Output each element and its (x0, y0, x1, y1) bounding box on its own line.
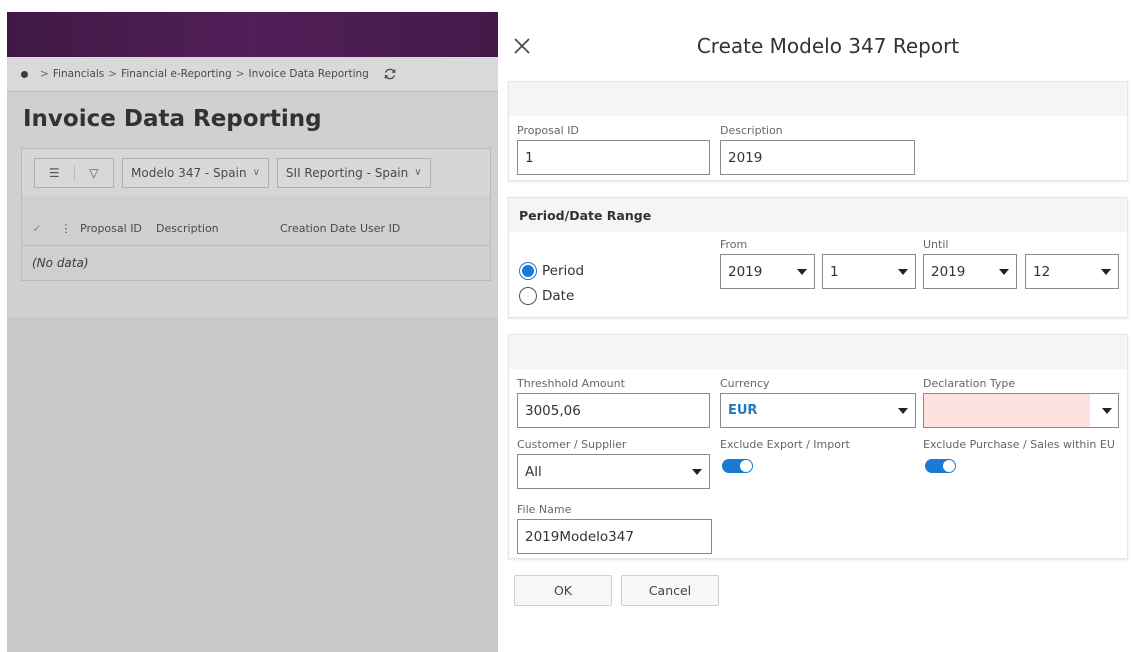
caret-down-icon (898, 268, 908, 275)
proposal-id-input[interactable]: 1 (517, 140, 710, 175)
threshold-amount-label: Threshhold Amount (517, 377, 625, 390)
date-radio-indicator[interactable] (519, 287, 537, 305)
modal-overlay[interactable] (7, 12, 498, 652)
file-name-label: File Name (517, 503, 572, 516)
caret-down-icon (692, 468, 702, 475)
until-label: Until (923, 238, 949, 251)
declaration-type-label: Declaration Type (923, 377, 1016, 390)
section-header (509, 82, 1127, 116)
exclude-export-import-label: Exclude Export / Import (720, 438, 850, 451)
date-radio[interactable]: Date (519, 287, 574, 305)
description-label: Description (720, 124, 783, 137)
dialog-title: Create Modelo 347 Report (696, 34, 960, 58)
background-page: > Financials > Financial e-Reporting > I… (7, 12, 498, 652)
period-radio[interactable]: Period (519, 262, 584, 280)
caret-down-icon (1101, 268, 1111, 275)
exclude-eu-toggle[interactable] (925, 459, 956, 473)
close-icon[interactable] (512, 36, 532, 56)
caret-down-icon (797, 268, 807, 275)
from-year-select[interactable]: 2019 (720, 254, 815, 289)
description-input[interactable]: 2019 (720, 140, 915, 175)
caret-down-icon (1102, 407, 1112, 414)
caret-down-icon (999, 268, 1009, 275)
proposal-section: Proposal ID 1 Description 2019 (508, 81, 1128, 181)
cancel-button[interactable]: Cancel (621, 575, 719, 606)
until-period-select[interactable]: 12 (1025, 254, 1119, 289)
until-year-select[interactable]: 2019 (923, 254, 1017, 289)
currency-select[interactable]: EUR (720, 393, 916, 428)
file-name-input[interactable]: 2019Modelo347 (517, 519, 712, 554)
exclude-eu-label: Exclude Purchase / Sales within EU (923, 438, 1115, 451)
report-options-section: Threshhold Amount 3005,06 Currency EUR D… (508, 334, 1128, 559)
exclude-export-import-toggle[interactable] (722, 459, 753, 473)
ok-button[interactable]: OK (514, 575, 612, 606)
period-date-range-heading: Period/Date Range (509, 198, 1127, 232)
period-radio-indicator[interactable] (519, 262, 537, 280)
currency-label: Currency (720, 377, 770, 390)
threshold-amount-input[interactable]: 3005,06 (517, 393, 710, 428)
from-period-select[interactable]: 1 (822, 254, 916, 289)
customer-supplier-select[interactable]: All (517, 454, 710, 489)
period-date-range-section: Period/Date Range From Until Period Date… (508, 197, 1128, 318)
create-report-dialog: Create Modelo 347 Report Proposal ID 1 D… (498, 0, 1132, 652)
from-label: From (720, 238, 748, 251)
customer-supplier-label: Customer / Supplier (517, 438, 627, 451)
declaration-type-select[interactable] (923, 393, 1119, 428)
caret-down-icon (898, 407, 908, 414)
section-header (509, 335, 1127, 369)
proposal-id-label: Proposal ID (517, 124, 579, 137)
